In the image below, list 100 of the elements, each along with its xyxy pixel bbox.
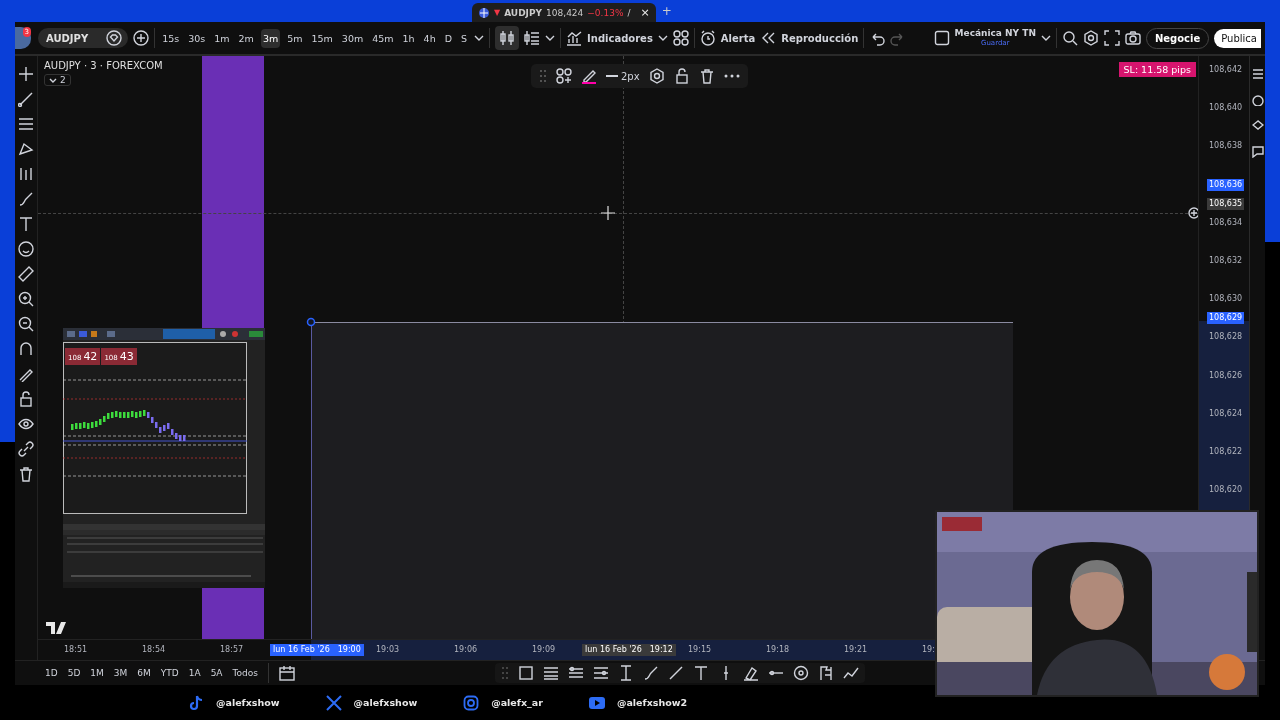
timeframe-tab[interactable]: 45m: [370, 28, 396, 48]
range-button[interactable]: 5D: [67, 668, 81, 678]
smiley-icon[interactable]: [18, 241, 34, 257]
layout-name[interactable]: Mecánica NY TN: [954, 28, 1036, 38]
social-handle[interactable]: @alefxshow2: [616, 697, 688, 708]
line-width-button[interactable]: 2px: [606, 70, 640, 82]
timeframe-tab[interactable]: 30m: [339, 28, 366, 48]
timeframe-tab[interactable]: 3m: [260, 28, 281, 48]
highlighter-icon[interactable]: [742, 665, 759, 681]
browser-tab[interactable]: ▼ AUDJPY 108,424 −0.13% / ×: [472, 3, 656, 22]
range-button[interactable]: 6M: [137, 668, 151, 678]
timeframe-tab[interactable]: 4h: [421, 28, 438, 48]
alert-button[interactable]: Alerta: [699, 30, 756, 46]
timeframe-tab[interactable]: 5m: [285, 28, 305, 48]
fullscreen-icon[interactable]: [1103, 30, 1120, 46]
tiktok-icon[interactable]: [188, 694, 204, 711]
timeframe-tab[interactable]: 1h: [400, 28, 417, 48]
timeframe-tab[interactable]: 15s: [160, 28, 182, 48]
ruler-lines-icon[interactable]: [18, 166, 34, 182]
pattern-icon[interactable]: [18, 141, 34, 157]
range-button[interactable]: 1A: [188, 668, 201, 678]
parallel-lines-icon[interactable]: [542, 665, 559, 681]
candles-button[interactable]: [495, 26, 520, 50]
rectangle-icon[interactable]: [517, 665, 534, 681]
x-logo-icon[interactable]: [325, 694, 342, 711]
add-icon[interactable]: [133, 30, 150, 46]
path-icon[interactable]: [842, 665, 859, 681]
trash-icon[interactable]: [18, 466, 34, 482]
square-icon[interactable]: [933, 30, 950, 46]
date-range-box[interactable]: [311, 322, 1013, 639]
calendar-icon[interactable]: [278, 665, 295, 681]
replay-button[interactable]: Reproducción: [760, 30, 859, 46]
range-button[interactable]: YTD: [160, 668, 179, 678]
unlock-icon[interactable]: [673, 68, 690, 84]
timeframe-tab[interactable]: 1m: [212, 28, 232, 48]
brush-icon[interactable]: [642, 665, 659, 681]
zoom-out-icon[interactable]: [18, 316, 34, 332]
caret-icon[interactable]: [1040, 35, 1051, 41]
logo-icon[interactable]: [46, 622, 66, 634]
pencil-icon[interactable]: [581, 68, 597, 84]
text-icon[interactable]: [692, 665, 709, 681]
target-icon[interactable]: [792, 665, 809, 681]
camera-icon[interactable]: [1124, 30, 1141, 46]
grid-icon[interactable]: [672, 30, 689, 46]
indicators-button[interactable]: Indicadores: [566, 30, 653, 46]
zoom-in-icon[interactable]: [18, 291, 34, 307]
range-button[interactable]: 3M: [113, 668, 128, 678]
text-icon[interactable]: [18, 216, 34, 232]
range-button[interactable]: 5A: [210, 668, 223, 678]
fib-icon[interactable]: [18, 116, 34, 132]
link-icon[interactable]: [18, 441, 34, 457]
drag-handle-icon[interactable]: [539, 69, 547, 83]
range-button[interactable]: Todos: [232, 668, 258, 678]
publish-button[interactable]: Publica: [1214, 28, 1261, 48]
search-icon[interactable]: [1061, 30, 1078, 46]
price-label: 108,635: [1207, 197, 1245, 210]
caret-icon[interactable]: [474, 35, 485, 41]
timeframe-tab[interactable]: D: [442, 28, 454, 48]
add-icon[interactable]: [1188, 207, 1198, 219]
trend-line-icon[interactable]: [18, 91, 34, 107]
collapse-button[interactable]: 2: [44, 74, 71, 86]
social-handle[interactable]: @alefxshow: [353, 697, 418, 708]
timeframe-tab[interactable]: S: [459, 28, 470, 48]
drag-handle-icon[interactable]: [500, 666, 509, 680]
close-button[interactable]: ×: [640, 6, 650, 19]
trash-icon[interactable]: [698, 68, 715, 84]
symbol-legend: AUDJPY · 3 · FOREXCOM: [44, 60, 163, 71]
caret-icon[interactable]: [657, 35, 668, 41]
eye-icon[interactable]: [18, 416, 34, 432]
lock-icon[interactable]: [18, 391, 34, 407]
magnet-icon[interactable]: [18, 341, 34, 357]
layers-icon[interactable]: [1251, 120, 1264, 132]
bid-price: 42: [83, 350, 98, 363]
youtube-icon[interactable]: [588, 694, 605, 711]
list-icon[interactable]: [1251, 68, 1264, 80]
social-handle[interactable]: @alefxshow: [216, 697, 280, 708]
social-handle[interactable]: @alefx_ar: [491, 697, 543, 708]
more-icon[interactable]: [723, 72, 740, 80]
brush-icon[interactable]: [18, 191, 34, 207]
template-icon[interactable]: [556, 68, 572, 84]
timeframe-tab[interactable]: 30s: [186, 28, 208, 48]
line-icon[interactable]: [667, 665, 684, 681]
settings-icon[interactable]: [1082, 30, 1099, 46]
timeframe-tab[interactable]: 15m: [309, 28, 335, 48]
timeframe-tab[interactable]: 2m: [236, 28, 256, 48]
price-label: 108,640: [1208, 102, 1244, 115]
caret-icon[interactable]: [545, 35, 556, 41]
new-tab-button[interactable]: +: [661, 4, 672, 18]
flag-icon[interactable]: [817, 665, 834, 681]
crosshair-icon[interactable]: [18, 66, 34, 82]
range-button[interactable]: 1M: [90, 668, 104, 678]
symbol-search[interactable]: AUDJPY: [38, 28, 129, 48]
range-button[interactable]: 1D: [45, 668, 58, 678]
ruler-icon[interactable]: [18, 266, 34, 282]
settings-icon[interactable]: [648, 68, 665, 84]
time-marker-time: 19:00: [337, 644, 361, 656]
instagram-icon[interactable]: [463, 694, 480, 711]
chat-icon[interactable]: [1251, 146, 1264, 158]
list-icon[interactable]: [524, 30, 541, 46]
handle-icon[interactable]: [306, 317, 316, 327]
